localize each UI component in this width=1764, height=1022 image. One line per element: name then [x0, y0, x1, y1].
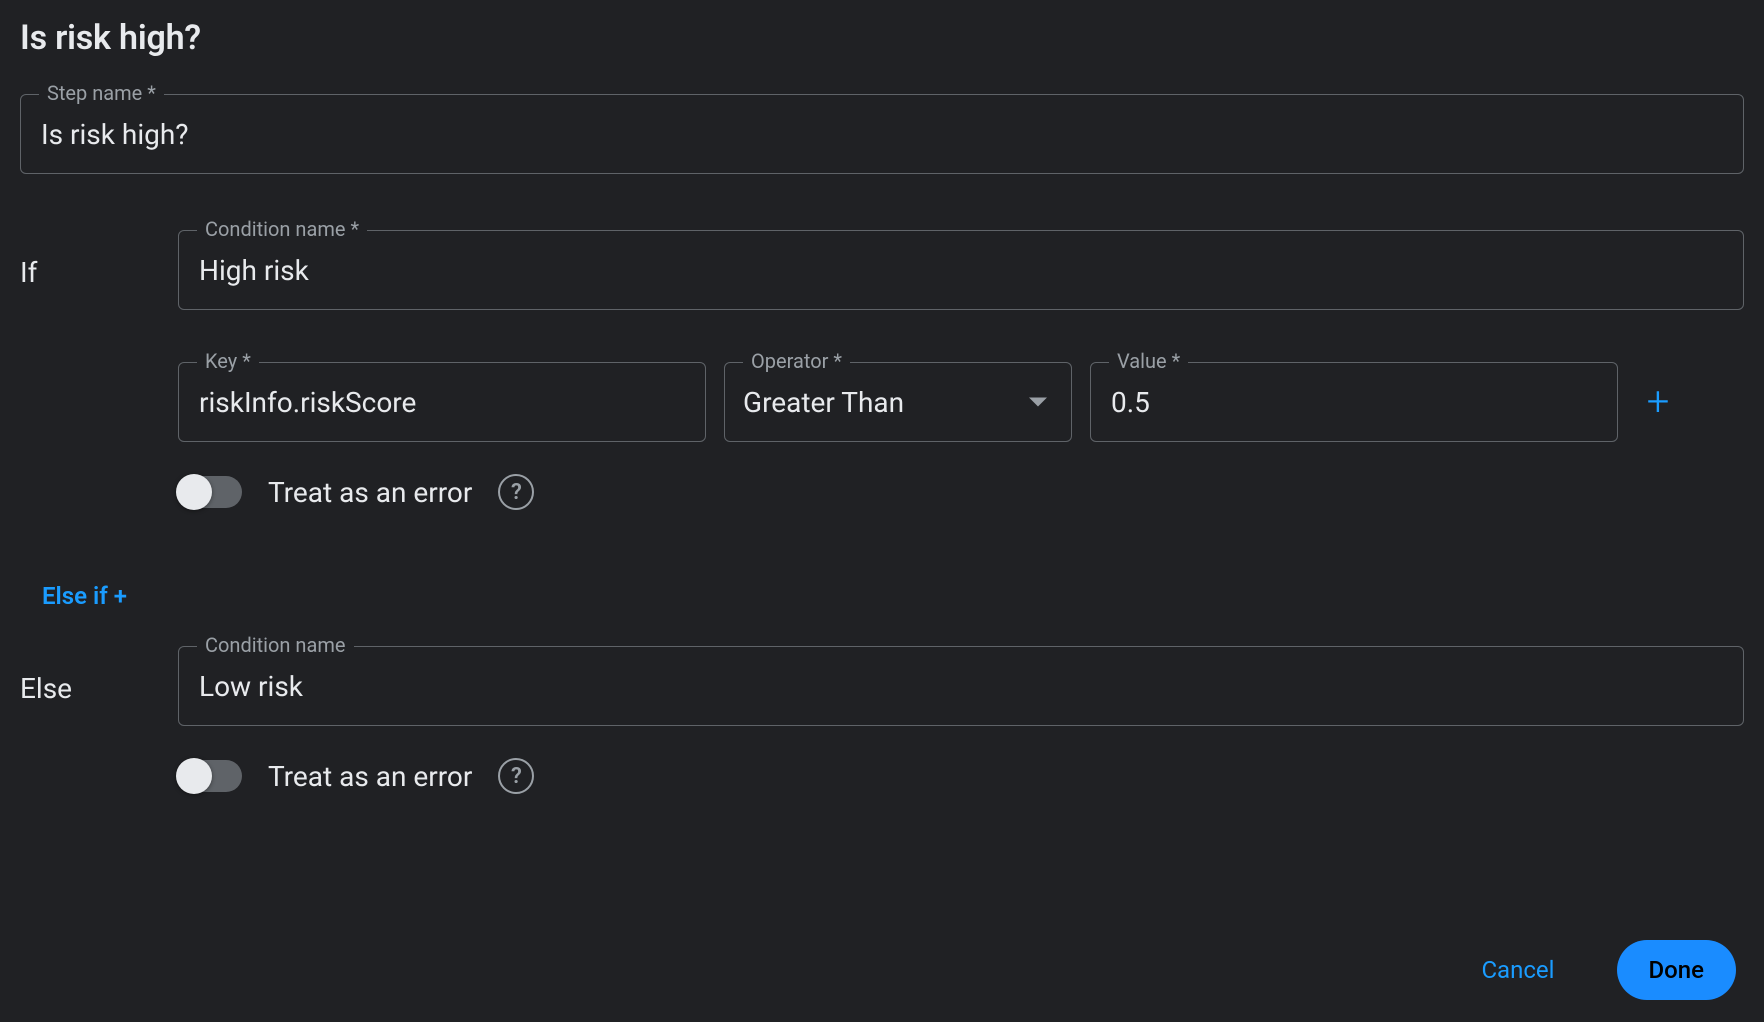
step-name-input[interactable]	[39, 117, 1725, 152]
if-condition-name-field[interactable]: Condition name *	[178, 230, 1744, 310]
if-condition-name-input[interactable]	[197, 253, 1725, 288]
step-name-label: Step name *	[39, 83, 164, 103]
if-key-input[interactable]	[197, 385, 687, 420]
if-operator-label: Operator *	[743, 351, 850, 371]
if-treat-error-toggle[interactable]	[178, 476, 242, 508]
if-condition-name-label: Condition name *	[197, 219, 367, 239]
page-title: Is risk high?	[20, 18, 1744, 58]
done-button[interactable]: Done	[1617, 940, 1737, 1000]
step-name-field[interactable]: Step name *	[20, 94, 1744, 174]
if-label: If	[20, 252, 160, 289]
else-treat-error-toggle[interactable]	[178, 760, 242, 792]
if-operator-field[interactable]: Operator * Greater Than	[724, 362, 1072, 442]
else-condition-name-input[interactable]	[197, 669, 1725, 704]
else-condition-name-field[interactable]: Condition name	[178, 646, 1744, 726]
else-label: Else	[20, 668, 160, 705]
if-treat-error-label: Treat as an error	[268, 476, 472, 509]
if-key-field[interactable]: Key *	[178, 362, 706, 442]
help-icon[interactable]: ?	[498, 474, 534, 510]
else-condition-name-label: Condition name	[197, 635, 354, 655]
help-icon[interactable]: ?	[498, 758, 534, 794]
if-key-label: Key *	[197, 351, 259, 371]
if-value-input[interactable]	[1109, 385, 1599, 420]
if-value-label: Value *	[1109, 351, 1188, 371]
cancel-button[interactable]: Cancel	[1475, 955, 1560, 985]
else-treat-error-label: Treat as an error	[268, 760, 472, 793]
if-operator-value: Greater Than	[743, 386, 1053, 419]
if-value-field[interactable]: Value *	[1090, 362, 1618, 442]
add-condition-button[interactable]: +	[1636, 382, 1680, 422]
chevron-down-icon	[1029, 398, 1047, 407]
add-else-if-button[interactable]: Else if +	[42, 582, 1744, 610]
